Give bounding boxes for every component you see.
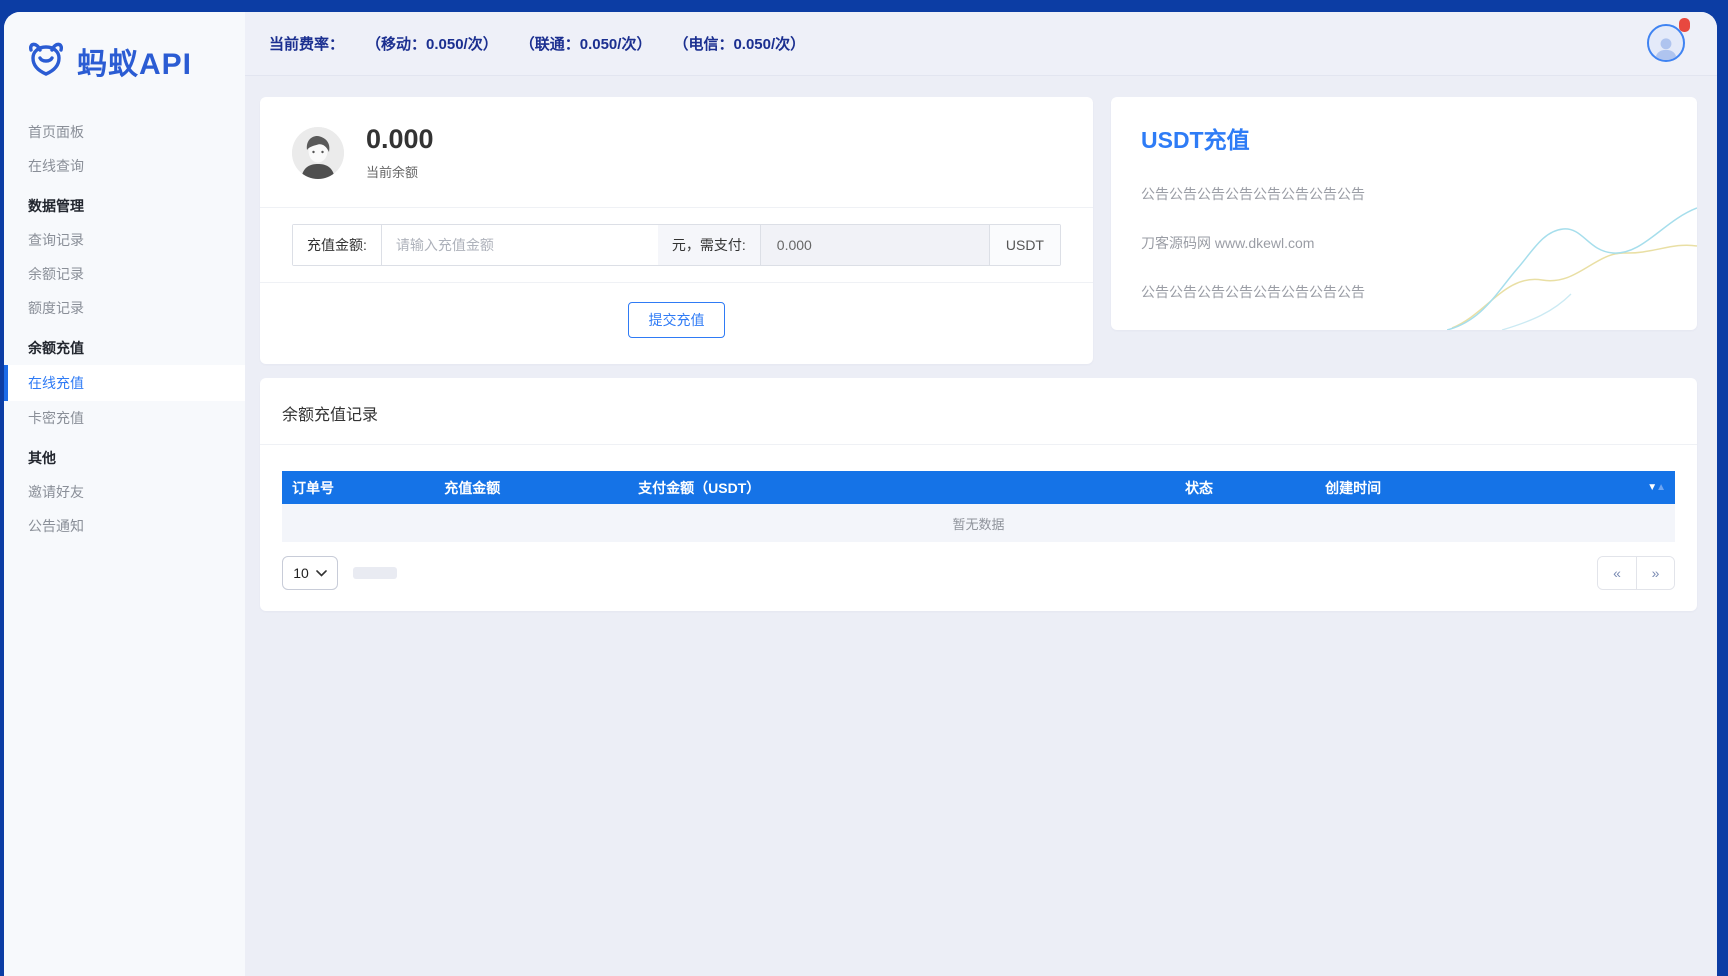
sidebar-menu: 首页面板 在线查询数据管理查询记录 余额记录 额度记录余额充值在线充值 卡密充值其他邀请… (4, 115, 245, 543)
sidebar-section-label: 数据管理 (28, 198, 84, 214)
recharge-form: 充值金额: 元，需支付: USDT (292, 224, 1061, 266)
sidebar-item-余额记录[interactable]: 余额记录 (4, 257, 245, 291)
next-page-button[interactable]: » (1636, 557, 1674, 589)
rate-label: 当前费率： (269, 36, 345, 53)
announcement-line: 公告公告公告公告公告公告公告公告 (1141, 186, 1365, 202)
sidebar-item-卡密充值[interactable]: 卡密充值 (4, 401, 245, 435)
rate-item: （移动：0.050/次） (366, 36, 498, 53)
decorative-waves (1447, 207, 1697, 330)
sort-desc-icon: ▼ (1647, 482, 1657, 493)
pagination: 10 « » (282, 556, 1675, 590)
total-count-placeholder (353, 567, 397, 579)
sidebar-item-在线充值[interactable]: 在线充值 (4, 365, 245, 401)
announcement-lines: 公告公告公告公告公告公告公告公告 刀客源码网 www.dkewl.com 公告公告公… (1141, 184, 1667, 302)
usdt-notice-card: USDT充值 公告公告公告公告公告公告公告公告 刀客源码网 www.dkewl.c… (1111, 97, 1697, 330)
column-header[interactable]: 支付金额（USDT） (628, 478, 1175, 498)
chevron-down-icon (315, 569, 327, 577)
balance-avatar (292, 126, 344, 179)
pay-amount-input (760, 225, 989, 265)
usdt-card-title: USDT充值 (1141, 127, 1250, 153)
pay-label: 元，需支付: (657, 225, 761, 265)
sidebar-item-公告通知[interactable]: 公告通知 (4, 509, 245, 543)
user-avatar-button[interactable] (1647, 17, 1690, 64)
main-area: 当前费率： （移动：0.050/次） （联通：0.050/次） （电信：0.050/… (245, 12, 1717, 976)
topbar: 当前费率： （移动：0.050/次） （联通：0.050/次） （电信：0.050/… (245, 12, 1717, 76)
sidebar-item-查询记录[interactable]: 查询记录 (4, 223, 245, 257)
sidebar: 蚂蚁API 首页面板 在线查询数据管理查询记录 余额记录 额度记录余额充值在线充值 卡密… (4, 12, 245, 976)
sort-asc-icon: ▲ (1656, 482, 1666, 493)
column-header[interactable]: 创建时间 (1315, 478, 1629, 498)
notification-badge (1679, 17, 1690, 32)
prev-page-button[interactable]: « (1598, 557, 1636, 589)
divider (260, 207, 1093, 208)
table-empty-state: 暂无数据 (282, 504, 1675, 542)
column-header[interactable]: 充值金额 (434, 478, 628, 498)
recharge-amount-input[interactable] (381, 225, 658, 265)
sidebar-item-邀请好友[interactable]: 邀请好友 (4, 475, 245, 509)
sort-filter-icon[interactable]: ▼▲ (1629, 482, 1675, 493)
content: 0.000 当前余额 充值金额: 元，需支付: USDT 提交充值 (245, 76, 1717, 976)
logo-text: 蚂蚁API (77, 47, 193, 81)
logo[interactable]: 蚂蚁API (4, 12, 245, 89)
page-size-select[interactable]: 10 (282, 556, 338, 590)
table-header-row: 订单号 充值金额 支付金额（USDT） 状态 创建时间 ▼▲ (282, 471, 1675, 504)
ant-logo-icon (24, 38, 68, 83)
table-header-columns: 订单号 充值金额 支付金额（USDT） 状态 创建时间 (282, 471, 1629, 504)
sidebar-item-额度记录[interactable]: 额度记录 (4, 291, 245, 325)
records-table: 订单号 充值金额 支付金额（USDT） 状态 创建时间 ▼▲ 暂无数据 (282, 471, 1675, 542)
pager-buttons: « » (1597, 556, 1675, 590)
announcement-line: 公告公告公告公告公告公告公告公告 (1141, 284, 1365, 300)
rate-item: （联通：0.050/次） (519, 36, 652, 53)
balance-card: 0.000 当前余额 充值金额: 元，需支付: USDT 提交充值 (260, 97, 1093, 364)
rate-list: （移动：0.050/次） （联通：0.050/次） （电信：0.050/次） (366, 33, 805, 54)
column-header[interactable]: 状态 (1175, 478, 1315, 498)
rate-item: （电信：0.050/次） (673, 36, 806, 53)
announcement-line: 刀客源码网 www.dkewl.com (1141, 235, 1315, 251)
sidebar-item-首页面板[interactable]: 首页面板 (4, 115, 245, 149)
sidebar-section-label: 余额充值 (28, 340, 84, 356)
records-title: 余额充值记录 (282, 407, 379, 424)
amount-label: 充值金额: (293, 225, 382, 265)
column-header[interactable]: 订单号 (282, 478, 434, 498)
rate-bar: 当前费率： （移动：0.050/次） （联通：0.050/次） （电信：0.050/… (269, 33, 805, 54)
page-size-value: 10 (293, 565, 309, 581)
records-card: 余额充值记录 订单号 充值金额 支付金额（USDT） 状态 创建时间 ▼▲ 暂无数据 1… (260, 378, 1697, 611)
app-frame: 蚂蚁API 首页面板 在线查询数据管理查询记录 余额记录 额度记录余额充值在线充值 卡密… (4, 12, 1717, 976)
divider (260, 444, 1697, 445)
balance-amount: 0.000 (366, 124, 434, 154)
balance-label: 当前余额 (366, 165, 419, 180)
sidebar-section-label: 其他 (28, 450, 56, 466)
sidebar-item-在线查询[interactable]: 在线查询 (4, 149, 245, 183)
submit-recharge-button[interactable]: 提交充值 (628, 302, 725, 338)
currency-label: USDT (988, 225, 1060, 265)
